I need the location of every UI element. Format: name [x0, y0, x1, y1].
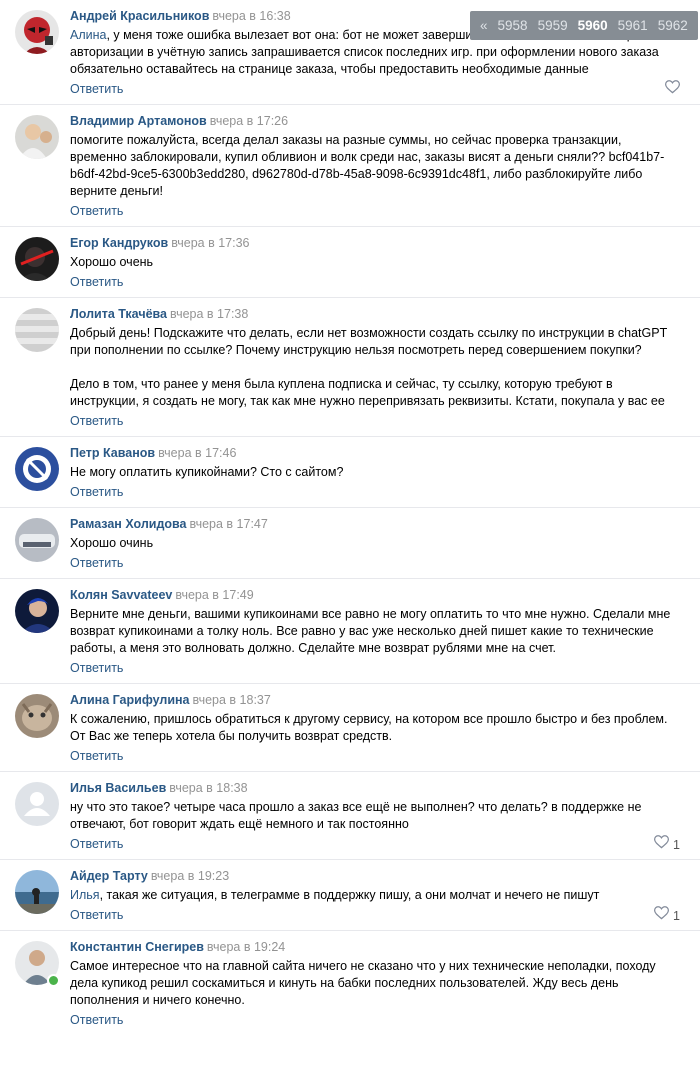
comment-item: Айдер Тарту вчера в 19:23 Илья, такая же …: [0, 860, 700, 931]
comment-time[interactable]: вчера в 17:36: [171, 236, 249, 250]
heart-icon: [664, 80, 681, 99]
comment-time[interactable]: вчера в 18:37: [193, 693, 271, 707]
comment-item: Егор Кандруков вчера в 17:36 Хорошо очень…: [0, 227, 700, 298]
reply-button[interactable]: Ответить: [70, 749, 123, 763]
reply-button[interactable]: Ответить: [70, 485, 123, 499]
like-button[interactable]: [664, 80, 681, 99]
like-button[interactable]: 1: [654, 906, 680, 925]
comment-item: Константин Снегирев вчера в 19:24 Самое и…: [0, 931, 700, 1035]
comment-item: Лолита Ткачёва вчера в 17:38 Добрый день!…: [0, 298, 700, 437]
pagination: « 5958 5959 5960 5961 5962: [470, 11, 698, 40]
comment-author[interactable]: Айдер Тарту: [70, 869, 148, 883]
mention-link[interactable]: Алина: [70, 28, 106, 42]
avatar[interactable]: [15, 237, 59, 281]
comment-item: Алина Гарифулина вчера в 18:37 К сожалени…: [0, 684, 700, 772]
comment-author[interactable]: Владимир Артамонов: [70, 114, 207, 128]
comment-item: Колян Savvateev вчера в 17:49 Верните мне…: [0, 579, 700, 684]
comment-time[interactable]: вчера в 17:47: [190, 517, 268, 531]
reply-button[interactable]: Ответить: [70, 908, 123, 922]
comment-time[interactable]: вчера в 17:49: [175, 588, 253, 602]
avatar[interactable]: [15, 518, 59, 562]
comment-author[interactable]: Рамазан Холидова: [70, 517, 187, 531]
like-count: 1: [673, 908, 680, 923]
comment-author[interactable]: Алина Гарифулина: [70, 693, 190, 707]
comment-author[interactable]: Петр Каванов: [70, 446, 155, 460]
comment-body: , такая же ситуация, в телеграмме в подд…: [99, 888, 600, 902]
comment-text: помогите пожалуйста, всегда делал заказы…: [70, 132, 680, 200]
comment-item: Рамазан Холидова вчера в 17:47 Хорошо очи…: [0, 508, 700, 579]
comment-body: К сожалению, пришлось обратиться к друго…: [70, 712, 668, 743]
comment-body: помогите пожалуйста, всегда делал заказы…: [70, 133, 665, 198]
comment-body: Хорошо очинь: [70, 536, 154, 550]
comment-item: Петр Каванов вчера в 17:46 Не могу оплати…: [0, 437, 700, 508]
avatar[interactable]: [15, 447, 59, 491]
heart-icon: [654, 835, 670, 854]
avatar[interactable]: [15, 870, 59, 914]
avatar[interactable]: [15, 115, 59, 159]
comment-time[interactable]: вчера в 17:46: [158, 446, 236, 460]
comment-body: ну что это такое? четыре часа прошло а з…: [70, 800, 642, 831]
heart-icon: [654, 906, 670, 925]
comment-item: Владимир Артамонов вчера в 17:26 помогите…: [0, 105, 700, 227]
comment-time[interactable]: вчера в 18:38: [169, 781, 247, 795]
comment-author[interactable]: Андрей Красильников: [70, 9, 209, 23]
comment-time[interactable]: вчера в 16:38: [212, 9, 290, 23]
pagination-prev[interactable]: «: [480, 18, 488, 33]
comment-body: Самое интересное что на главной сайта ни…: [70, 959, 656, 1007]
comment-author[interactable]: Илья Васильев: [70, 781, 166, 795]
mention-link[interactable]: Илья: [70, 888, 100, 902]
comment-text: Добрый день! Подскажите что делать, если…: [70, 325, 680, 410]
comment-text: ну что это такое? четыре часа прошло а з…: [70, 799, 680, 833]
comment-text: Илья, такая же ситуация, в телеграмме в …: [70, 887, 680, 904]
reply-button[interactable]: Ответить: [70, 1013, 123, 1027]
like-button[interactable]: 1: [654, 835, 680, 854]
comment-time[interactable]: вчера в 19:24: [207, 940, 285, 954]
comment-text: Самое интересное что на главной сайта ни…: [70, 958, 680, 1009]
avatar[interactable]: [15, 10, 59, 54]
reply-button[interactable]: Ответить: [70, 837, 123, 851]
avatar[interactable]: [15, 782, 59, 826]
comment-body: Не могу оплатить купикойнами? Сто с сайт…: [70, 465, 344, 479]
comment-text: Хорошо очинь: [70, 535, 680, 552]
pagination-page[interactable]: 5959: [538, 18, 568, 33]
comment-text: К сожалению, пришлось обратиться к друго…: [70, 711, 680, 745]
like-count: 1: [673, 837, 680, 852]
comment-body: Верните мне деньги, вашими купикоинами в…: [70, 607, 671, 655]
comments-list: Андрей Красильников вчера в 16:38 Алина , …: [0, 0, 700, 1035]
comment-author[interactable]: Егор Кандруков: [70, 236, 168, 250]
comment-author[interactable]: Константин Снегирев: [70, 940, 204, 954]
comment-time[interactable]: вчера в 17:38: [170, 307, 248, 321]
comment-text: Не могу оплатить купикойнами? Сто с сайт…: [70, 464, 680, 481]
pagination-page[interactable]: 5961: [618, 18, 648, 33]
reply-button[interactable]: Ответить: [70, 275, 123, 289]
reply-button[interactable]: Ответить: [70, 556, 123, 570]
comment-body: Добрый день! Подскажите что делать, если…: [70, 326, 668, 408]
avatar[interactable]: [15, 308, 59, 352]
comment-text: Верните мне деньги, вашими купикоинами в…: [70, 606, 680, 657]
reply-button[interactable]: Ответить: [70, 414, 123, 428]
reply-button[interactable]: Ответить: [70, 661, 123, 675]
comment-time[interactable]: вчера в 19:23: [151, 869, 229, 883]
comment-author[interactable]: Колян Savvateev: [70, 588, 172, 602]
pagination-current-page: 5960: [577, 18, 608, 33]
avatar[interactable]: [15, 694, 59, 738]
avatar[interactable]: [15, 589, 59, 633]
comment-item: Илья Васильев вчера в 18:38 ну что это та…: [0, 772, 700, 860]
comment-author[interactable]: Лолита Ткачёва: [70, 307, 167, 321]
pagination-page[interactable]: 5958: [498, 18, 528, 33]
reply-button[interactable]: Ответить: [70, 82, 123, 96]
online-indicator: [47, 974, 60, 987]
reply-button[interactable]: Ответить: [70, 204, 123, 218]
comment-body: Хорошо очень: [70, 255, 154, 269]
comment-text: Хорошо очень: [70, 254, 680, 271]
comment-time[interactable]: вчера в 17:26: [210, 114, 288, 128]
pagination-page[interactable]: 5962: [658, 18, 688, 33]
